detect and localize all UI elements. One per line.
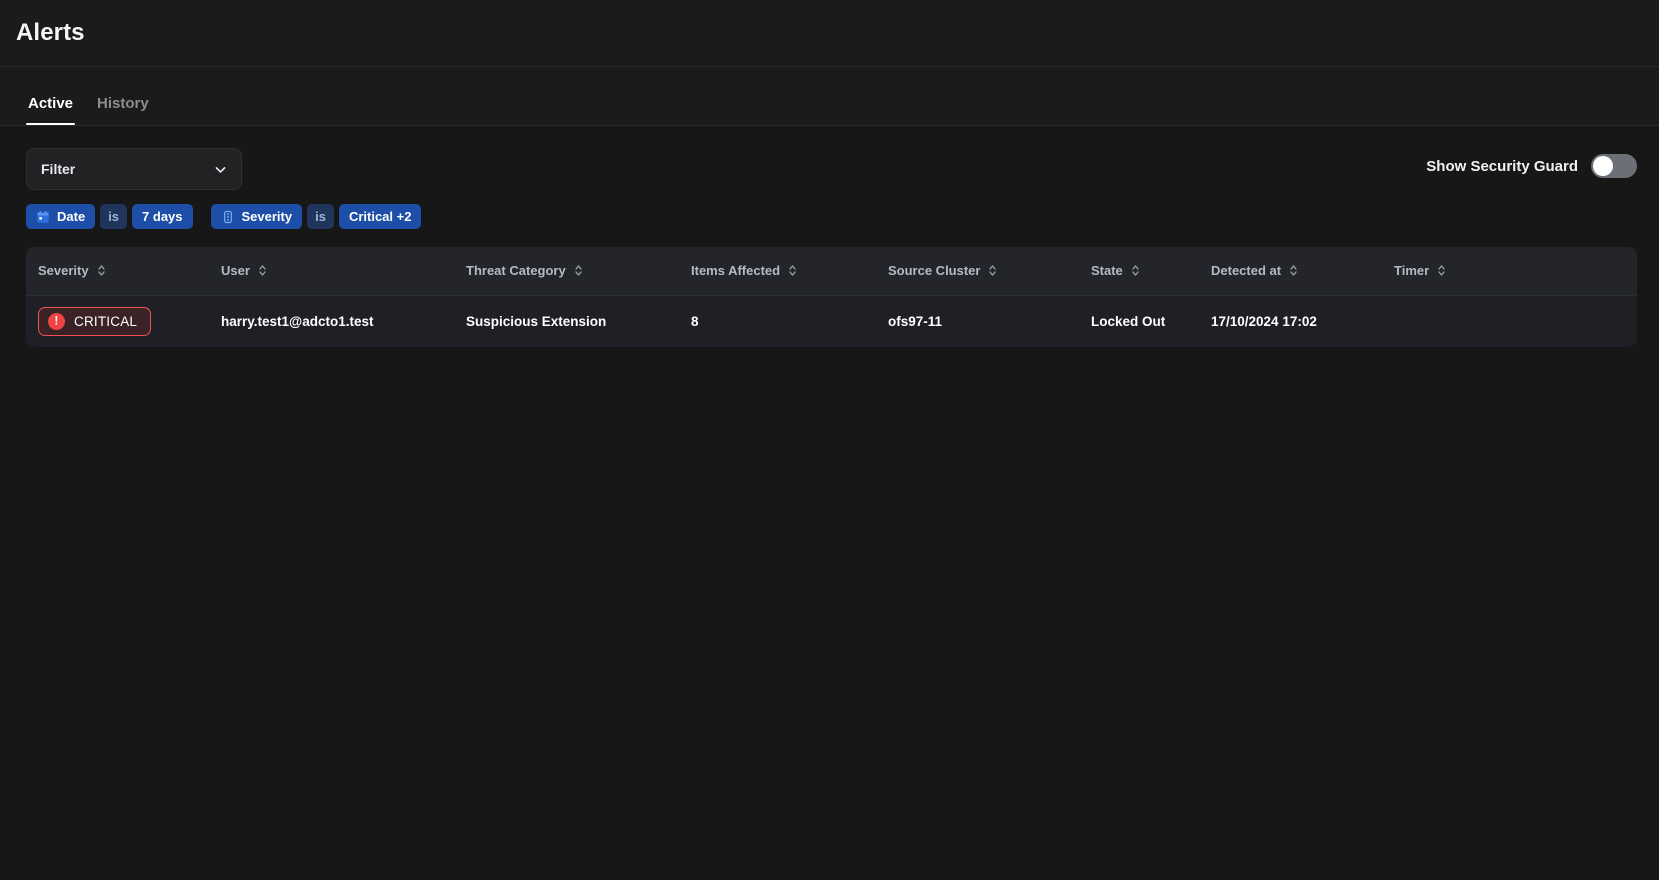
filter-chip-list: Date is 7 days Severity is Critical +2 — [26, 204, 1637, 229]
filter-chip-date-operator[interactable]: is — [100, 204, 128, 229]
column-header-user-label: User — [221, 263, 250, 279]
column-header-detected-at[interactable]: Detected at — [1211, 247, 1394, 296]
tab-history[interactable]: History — [85, 96, 161, 125]
cell-severity: ! CRITICAL — [26, 295, 221, 347]
security-guard-control: Show Security Guard — [1426, 154, 1637, 178]
filter-zone: Filter Date is 7 days Severity is Critic… — [0, 126, 1659, 229]
column-header-severity[interactable]: Severity — [26, 247, 221, 296]
cell-state: Locked Out — [1091, 295, 1211, 347]
sort-icon[interactable] — [574, 264, 583, 277]
sort-icon[interactable] — [1437, 264, 1446, 277]
column-header-user[interactable]: User — [221, 247, 466, 296]
column-header-source-cluster-label: Source Cluster — [888, 263, 981, 279]
calendar-icon — [36, 210, 50, 224]
sort-icon[interactable] — [258, 264, 267, 277]
security-guard-label: Show Security Guard — [1426, 157, 1578, 175]
cell-source-cluster: ofs97-11 — [888, 295, 1091, 347]
filter-chip-date-value[interactable]: 7 days — [132, 204, 193, 229]
security-guard-toggle[interactable] — [1591, 154, 1637, 178]
column-header-state-label: State — [1091, 263, 1123, 279]
page-header: Alerts — [0, 0, 1659, 66]
cell-user: harry.test1@adcto1.test — [221, 295, 466, 347]
chevron-down-icon — [214, 163, 227, 176]
column-header-timer[interactable]: Timer — [1394, 247, 1637, 296]
alerts-table-body: ! CRITICAL harry.test1@adcto1.test Suspi… — [26, 295, 1637, 347]
alerts-page: Alerts Active History Filter Date is 7 d… — [0, 0, 1659, 880]
sort-icon[interactable] — [1289, 264, 1298, 277]
column-header-timer-label: Timer — [1394, 263, 1430, 279]
tab-active[interactable]: Active — [16, 96, 85, 125]
tab-bar: Active History — [0, 66, 1659, 126]
cell-threat-category: Suspicious Extension — [466, 295, 691, 347]
page-title: Alerts — [16, 19, 85, 46]
alerts-table-head: Severity User Threat Category Items Affe… — [26, 247, 1637, 296]
cell-detected-at: 17/10/2024 17:02 — [1211, 295, 1394, 347]
filter-chip-severity-operator[interactable]: is — [307, 204, 334, 229]
sort-icon[interactable] — [788, 264, 797, 277]
column-header-detected-at-label: Detected at — [1211, 263, 1282, 279]
column-header-threat-category[interactable]: Threat Category — [466, 247, 691, 296]
filter-chip-severity-value[interactable]: Critical +2 — [338, 204, 422, 229]
sort-icon[interactable] — [988, 264, 997, 277]
sort-icon[interactable] — [97, 264, 106, 277]
column-header-threat-category-label: Threat Category — [466, 263, 566, 279]
cell-timer — [1394, 295, 1637, 347]
filter-dropdown-label: Filter — [41, 161, 76, 177]
filter-chip-date-label: Date — [57, 209, 86, 224]
severity-icon — [221, 210, 235, 224]
column-header-source-cluster[interactable]: Source Cluster — [888, 247, 1091, 296]
table-header-row: Severity User Threat Category Items Affe… — [26, 247, 1637, 296]
sort-icon[interactable] — [1131, 264, 1140, 277]
column-header-severity-label: Severity — [38, 263, 89, 279]
column-header-state[interactable]: State — [1091, 247, 1211, 296]
filter-chip-date-field[interactable]: Date — [26, 204, 96, 229]
cell-items-affected: 8 — [691, 295, 888, 347]
alert-circle-icon: ! — [48, 312, 65, 330]
column-header-items-affected-label: Items Affected — [691, 263, 781, 279]
column-header-items-affected[interactable]: Items Affected — [691, 247, 888, 296]
toggle-knob — [1593, 156, 1613, 176]
table-row[interactable]: ! CRITICAL harry.test1@adcto1.test Suspi… — [26, 295, 1637, 347]
status-badge-label: CRITICAL — [74, 313, 138, 329]
filter-chip-severity-field[interactable]: Severity — [210, 204, 303, 229]
alerts-table-element: Severity User Threat Category Items Affe… — [26, 247, 1637, 347]
filter-chip-severity-label: Severity — [241, 209, 293, 224]
status-badge[interactable]: ! CRITICAL — [38, 306, 152, 336]
alerts-table: Severity User Threat Category Items Affe… — [26, 247, 1637, 347]
filter-dropdown[interactable]: Filter — [26, 148, 242, 190]
